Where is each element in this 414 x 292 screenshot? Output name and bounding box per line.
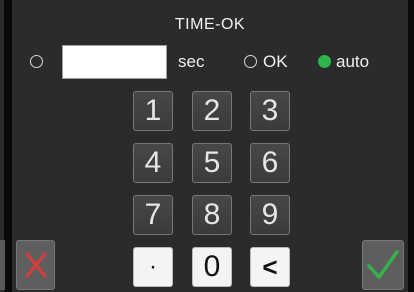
page-title: TIME-OK (174, 16, 246, 33)
key-0[interactable]: 0 (192, 247, 232, 287)
key-1[interactable]: 1 (133, 91, 173, 131)
key-9[interactable]: 9 (250, 195, 290, 235)
left-edge-button[interactable] (0, 240, 5, 290)
time-radio[interactable] (30, 55, 43, 68)
ok-option-label: OK (263, 52, 288, 71)
key-5[interactable]: 5 (192, 143, 232, 183)
x-icon (25, 252, 46, 278)
key-3[interactable]: 3 (250, 91, 290, 131)
key-6[interactable]: 6 (250, 143, 290, 183)
ok-radio[interactable] (244, 55, 257, 68)
check-icon (367, 250, 399, 279)
time-ok-dialog: TIME-OK sec OK auto 1 2 3 4 5 6 7 8 9 · … (12, 0, 408, 292)
key-7[interactable]: 7 (133, 195, 173, 235)
cancel-button[interactable] (16, 240, 55, 290)
key-8[interactable]: 8 (192, 195, 232, 235)
key-4[interactable]: 4 (133, 143, 173, 183)
confirm-button[interactable] (362, 240, 404, 290)
key-2[interactable]: 2 (192, 91, 232, 131)
auto-radio[interactable] (318, 55, 331, 68)
key-backspace[interactable]: < (250, 247, 290, 287)
key-decimal-point[interactable]: · (133, 247, 173, 287)
unit-label: sec (178, 52, 205, 71)
time-seconds-input[interactable] (62, 45, 167, 79)
auto-option-label: auto (336, 52, 370, 71)
